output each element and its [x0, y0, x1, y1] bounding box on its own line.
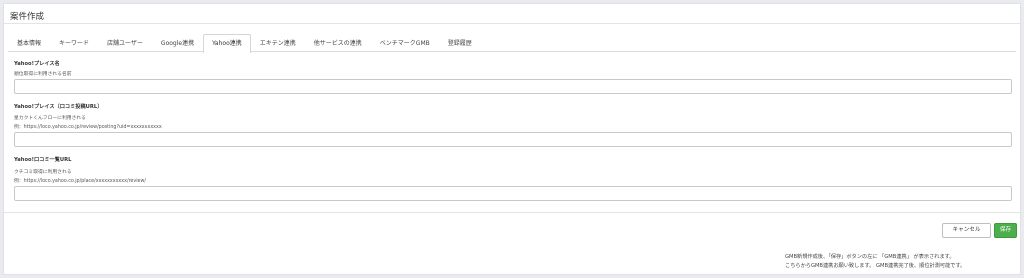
place-name-label: Yahoo!プレイス名 [14, 61, 60, 67]
title-divider [4, 23, 1020, 24]
tab-other-services[interactable]: 他サービスの連携 [305, 34, 371, 52]
tab-basic-info[interactable]: 基本情報 [8, 34, 50, 52]
place-name-help: 順位取得に利用される名前 [14, 72, 72, 77]
place-url-help: 星カクトくんフローに利用される [14, 116, 86, 121]
review-list-url-label: Yahoo!口コミ一覧URL [14, 157, 72, 163]
place-name-input[interactable] [14, 79, 1012, 94]
save-button[interactable]: 保存 [994, 223, 1017, 238]
gmb-note-line-2: こちらからGMB連携お願い致します。 GMB連携完了後、順位計測可能です。 [785, 263, 966, 269]
place-url-label: Yahoo!プレイス（口コミ投稿URL） [14, 104, 103, 110]
page-title: 案件作成 [10, 12, 45, 22]
tab-bar: 基本情報 キーワード 店舗ユーザー Google連携 Yahoo連携 エキテン連… [8, 34, 1016, 53]
tab-yahoo[interactable]: Yahoo連携 [203, 34, 251, 53]
tab-history[interactable]: 登録履歴 [439, 34, 481, 52]
review-list-url-help: クチコミ取得に利用される [14, 170, 72, 175]
cancel-button[interactable]: キャンセル [942, 223, 991, 238]
place-url-input[interactable] [14, 132, 1012, 147]
tab-keywords[interactable]: キーワード [50, 34, 98, 52]
tab-ekiten[interactable]: エキテン連携 [251, 34, 305, 52]
review-list-url-example: 例：https://loco.yahoo.co.jp/place/xxxxxxx… [14, 179, 147, 184]
tab-google[interactable]: Google連携 [152, 34, 203, 52]
gmb-note-line-1: GMB新規作成後、「保存」ボタンの左に 「GMB連携」 が表示されます。 [785, 254, 955, 260]
tab-store-users[interactable]: 店舗ユーザー [98, 34, 152, 52]
tab-benchmark-gmb[interactable]: ベンチマークGMB [371, 34, 439, 52]
main-panel: 案件作成 基本情報 キーワード 店舗ユーザー Google連携 Yahoo連携 … [3, 3, 1021, 275]
footer-divider [4, 212, 1020, 213]
place-url-example: 例：https://loco.yahoo.co.jp/review/postin… [14, 125, 162, 130]
review-list-url-input[interactable] [14, 186, 1012, 201]
